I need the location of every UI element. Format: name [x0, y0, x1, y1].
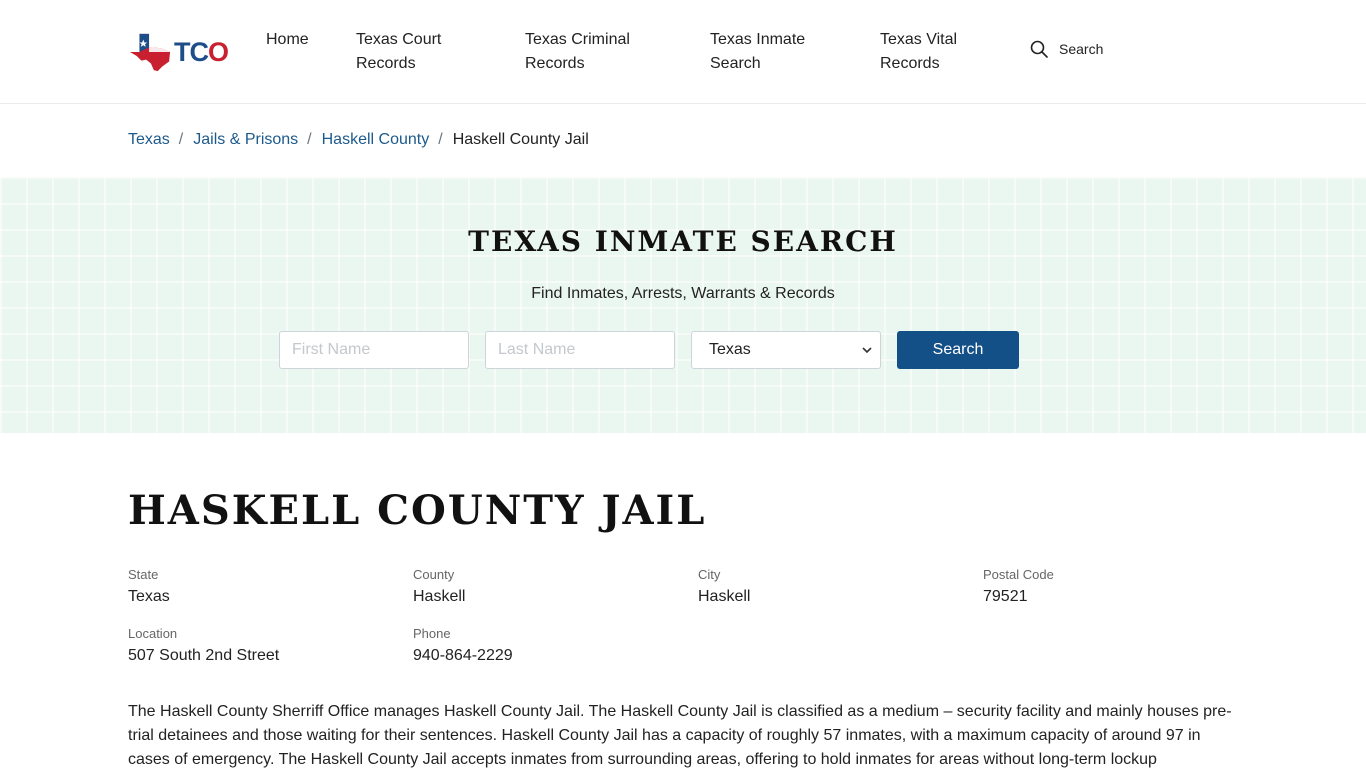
last-name-input[interactable] — [485, 331, 675, 369]
info-location-value: 507 South 2nd Street — [128, 647, 280, 664]
info-county: County Haskell — [413, 567, 465, 607]
header-search-button[interactable]: Search — [1030, 40, 1103, 58]
info-postal-code-label: Postal Code — [983, 567, 1054, 582]
page-title: HASKELL COUNTY JAIL — [128, 487, 707, 534]
info-location: Location 507 South 2nd Street — [128, 626, 279, 666]
first-name-input[interactable] — [279, 331, 469, 369]
breadcrumb: Texas / Jails & Prisons / Haskell County… — [128, 129, 589, 151]
search-icon — [1030, 40, 1048, 58]
info-phone-value[interactable]: 940-864-2229 — [413, 646, 513, 666]
info-state-value: Texas — [128, 588, 170, 605]
info-city-label: City — [698, 567, 721, 582]
inmate-search-hero: TEXAS INMATE SEARCH Find Inmates, Arrest… — [0, 177, 1366, 433]
logo-wordmark: TCO — [173, 36, 229, 67]
hero-subtitle: Find Inmates, Arrests, Warrants & Record… — [531, 285, 835, 302]
info-phone-label: Phone — [413, 626, 451, 641]
breadcrumb-separator: / — [178, 131, 184, 148]
texas-flag-logo-icon — [129, 33, 171, 72]
breadcrumb-jails-prisons[interactable]: Jails & Prisons — [193, 129, 298, 151]
nav-texas-criminal-records[interactable]: Texas Criminal Records — [525, 28, 655, 76]
info-phone: Phone 940-864-2229 — [413, 626, 513, 666]
info-state: State Texas — [128, 567, 170, 607]
breadcrumb-separator: / — [438, 131, 443, 148]
info-postal-code-value: 79521 — [983, 588, 1028, 605]
nav-texas-vital-records[interactable]: Texas Vital Records — [880, 28, 980, 76]
chevron-down-icon — [862, 347, 872, 354]
info-state-label: State — [128, 567, 159, 582]
facility-description: The Haskell County Sherriff Office manag… — [128, 703, 1232, 768]
nav-texas-inmate-search[interactable]: Texas Inmate Search — [710, 28, 830, 76]
info-city: City Haskell — [698, 567, 750, 607]
nav-home[interactable]: Home — [266, 28, 326, 52]
state-select[interactable]: Texas — [691, 331, 881, 369]
breadcrumb-texas[interactable]: Texas — [128, 129, 170, 151]
info-county-label: County — [413, 567, 455, 582]
hero-title: TEXAS INMATE SEARCH — [468, 225, 898, 258]
nav-texas-court-records[interactable]: Texas Court Records — [356, 28, 466, 76]
info-location-label: Location — [128, 626, 178, 641]
info-county-value: Haskell — [413, 588, 466, 605]
state-select-value: Texas — [709, 341, 751, 358]
header-search-label: Search — [1059, 41, 1104, 57]
breadcrumb-separator: / — [307, 131, 312, 148]
info-postal-code: Postal Code 79521 — [983, 567, 1054, 607]
info-city-value: Haskell — [698, 588, 751, 605]
site-header: TCO Home Texas Court Records Texas Crimi… — [0, 0, 1366, 104]
breadcrumb-haskell-county[interactable]: Haskell County — [322, 129, 430, 151]
breadcrumb-current: Haskell County Jail — [452, 131, 589, 148]
inmate-search-button[interactable]: Search — [897, 331, 1019, 369]
site-logo[interactable]: TCO — [128, 30, 229, 74]
